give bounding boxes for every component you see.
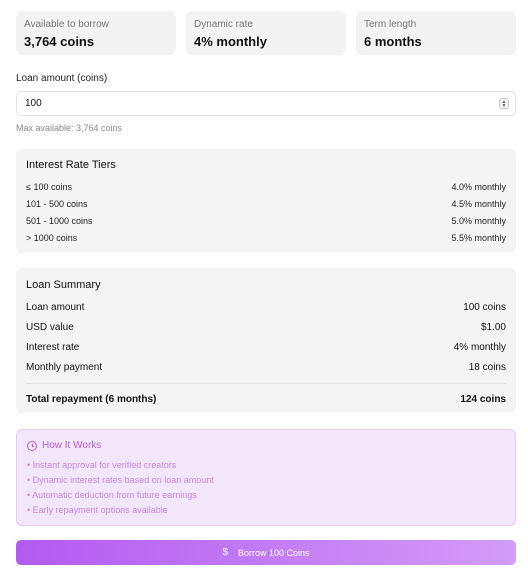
summary-total-row: Total repayment (6 months) 124 coins [26,394,506,406]
how-title: How It Works [42,440,102,451]
tier-range: 101 - 500 coins [26,199,88,209]
loan-panel: Available to borrow 3,764 coins Dynamic … [16,11,516,565]
tier-rate: 5.5% monthly [451,233,506,243]
loan-amount-field[interactable]: ▲ ▼ [16,91,516,116]
list-item: • Early repayment options available [27,505,168,515]
summary-value: 4% monthly [453,342,506,353]
summary-label: Loan amount [26,302,85,313]
summary-value: 100 coins [463,302,506,313]
stat-label: Term length [364,19,417,30]
loan-amount-label: Loan amount (coins) [16,73,108,84]
stat-label: Dynamic rate [194,19,253,30]
summary-row: Loan amount 100 coins [26,302,506,322]
tier-row: > 1000 coins 5.5% monthly [26,233,506,250]
summary-value: $1.00 [480,322,506,333]
clock-icon [27,441,37,451]
summary-label: USD value [26,322,74,333]
how-it-works: How It Works • Instant approval for veri… [16,429,516,526]
summary-row: Monthly payment 18 coins [26,362,506,382]
summary-title: Loan Summary [26,279,101,291]
list-item: • Automatic deduction from future earnin… [27,490,197,500]
summary-label: Interest rate [26,342,80,353]
borrow-button[interactable]: $ Borrow 100 Coins [16,540,516,565]
tier-row: 101 - 500 coins 4.5% monthly [26,199,506,216]
max-available-hint: Max available: 3,764 coins [16,123,123,133]
chevron-down-icon[interactable]: ▼ [502,103,507,108]
list-item: • Dynamic interest rates based on loan a… [27,475,214,485]
total-label: Total repayment (6 months) [26,394,157,405]
summary-divider [26,383,506,384]
tiers-title: Interest Rate Tiers [26,159,116,171]
summary-value: 18 coins [468,362,506,373]
stats-row: Available to borrow 3,764 coins Dynamic … [16,11,516,55]
stat-value: 6 months [364,34,422,49]
tier-rate: 5.0% monthly [451,216,506,226]
tier-rate: 4.5% monthly [451,199,506,209]
stat-label: Available to borrow [24,19,109,30]
loan-amount-input[interactable] [17,92,477,115]
stat-available: Available to borrow 3,764 coins [16,11,176,55]
summary-row: USD value $1.00 [26,322,506,342]
tier-range: ≤ 100 coins [26,182,72,192]
tier-range: 501 - 1000 coins [26,216,93,226]
tier-range: > 1000 coins [26,233,78,243]
total-value: 124 coins [460,394,506,405]
interest-rate-tiers: Interest Rate Tiers ≤ 100 coins 4.0% mon… [16,149,516,253]
quantity-stepper[interactable]: ▲ ▼ [499,98,509,109]
tier-row: 501 - 1000 coins 5.0% monthly [26,216,506,233]
how-title-row: How It Works [27,440,505,452]
list-item: • Instant approval for verified creators [27,460,177,470]
tier-row: ≤ 100 coins 4.0% monthly [26,182,506,199]
stat-value: 3,764 coins [24,34,95,49]
summary-row: Interest rate 4% monthly [26,342,506,362]
stat-rate: Dynamic rate 4% monthly [186,11,346,55]
stat-value: 4% monthly [194,34,267,49]
summary-label: Monthly payment [26,362,103,373]
loan-summary: Loan Summary Loan amount 100 coins USD v… [16,268,516,413]
stat-term: Term length 6 months [356,11,516,55]
dollar-icon: $ [222,547,228,558]
tier-rate: 4.0% monthly [451,182,506,192]
borrow-button-label: Borrow 100 Coins [238,547,310,558]
